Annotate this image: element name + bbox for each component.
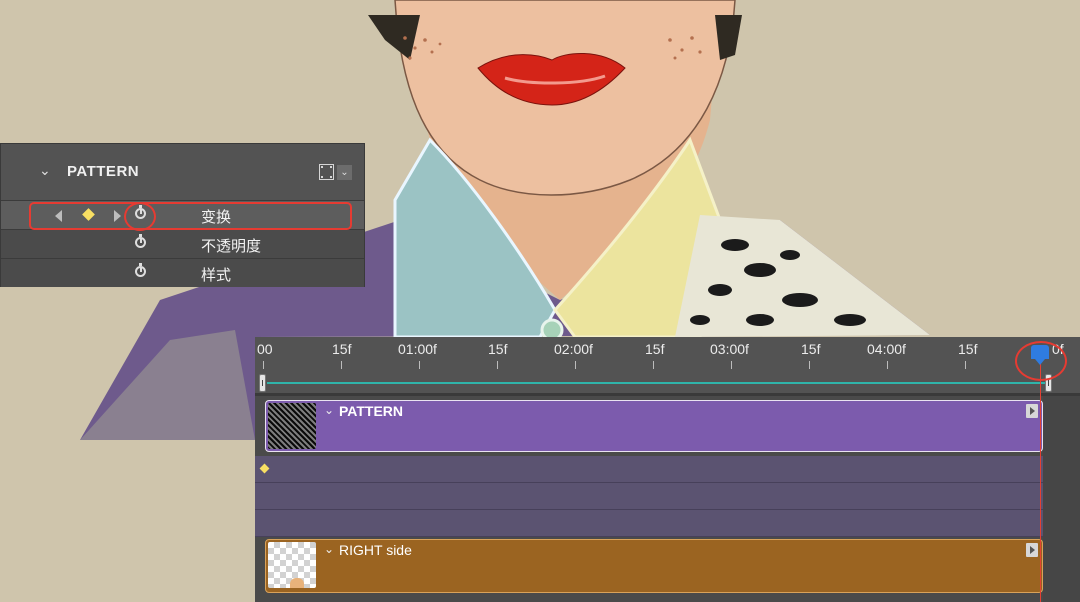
chevron-down-icon[interactable]: ⌄ bbox=[324, 403, 334, 417]
leopard-print bbox=[675, 215, 930, 337]
work-area-line bbox=[267, 382, 1047, 384]
tick-label: 15f bbox=[801, 341, 821, 357]
keyframe-diamond-icon[interactable] bbox=[259, 463, 270, 474]
chevron-down-icon[interactable]: ⌄ bbox=[39, 162, 51, 179]
property-label: 不透明度 bbox=[201, 238, 262, 255]
film-icon[interactable] bbox=[319, 164, 334, 180]
stopwatch-icon[interactable] bbox=[135, 263, 146, 277]
tick-label: 15f bbox=[645, 341, 665, 357]
property-track-opacity[interactable] bbox=[255, 483, 1043, 510]
highlight-annotation-circle bbox=[1015, 341, 1067, 381]
tick-label: 04:00f bbox=[867, 341, 906, 357]
work-area-bar[interactable] bbox=[259, 374, 1052, 392]
work-area-start-handle[interactable] bbox=[259, 374, 266, 392]
tick-label: 01:00f bbox=[398, 341, 437, 357]
tick-label: 15f bbox=[332, 341, 352, 357]
tick-label: 03:00f bbox=[710, 341, 749, 357]
shirt-grey bbox=[80, 330, 255, 440]
time-ruler[interactable]: 00 15f 01:00f 15f 02:00f 15f 03:00f 15f … bbox=[255, 337, 1080, 395]
clip-end-arrow-icon[interactable] bbox=[1026, 404, 1038, 418]
property-track-style[interactable] bbox=[255, 510, 1043, 537]
clip-right-side[interactable]: ⌄ RIGHT side bbox=[265, 539, 1043, 593]
property-label: 样式 bbox=[201, 267, 232, 284]
highlight-annotation-rect bbox=[29, 202, 352, 230]
tick-label: 15f bbox=[488, 341, 508, 357]
clip-name: PATTERN bbox=[339, 403, 404, 419]
clip-thumbnail bbox=[268, 403, 316, 449]
tick-label: 15f bbox=[958, 341, 978, 357]
clip-name: RIGHT side bbox=[339, 542, 412, 558]
clip-end-arrow-icon[interactable] bbox=[1026, 543, 1038, 557]
highlight-annotation-circle bbox=[124, 202, 156, 231]
stopwatch-icon[interactable] bbox=[135, 234, 146, 248]
chevron-down-icon[interactable]: ⌄ bbox=[324, 542, 334, 556]
tick-label: 00 bbox=[257, 341, 273, 357]
playhead-line bbox=[1040, 347, 1041, 602]
clip-thumbnail bbox=[268, 542, 316, 588]
layer-name: PATTERN bbox=[67, 163, 140, 180]
chevron-down-icon[interactable]: ⌄ bbox=[337, 165, 352, 180]
property-track-transform[interactable] bbox=[255, 456, 1043, 483]
clip-pattern[interactable]: ⌄ PATTERN bbox=[265, 400, 1043, 452]
timeline-panel: 00 15f 01:00f 15f 02:00f 15f 03:00f 15f … bbox=[255, 337, 1080, 602]
tick-label: 02:00f bbox=[554, 341, 593, 357]
property-row-opacity[interactable]: 不透明度 bbox=[1, 229, 364, 258]
layer-header[interactable]: ⌄ PATTERN ⌄ bbox=[1, 144, 364, 200]
property-row-style[interactable]: 样式 bbox=[1, 258, 364, 287]
